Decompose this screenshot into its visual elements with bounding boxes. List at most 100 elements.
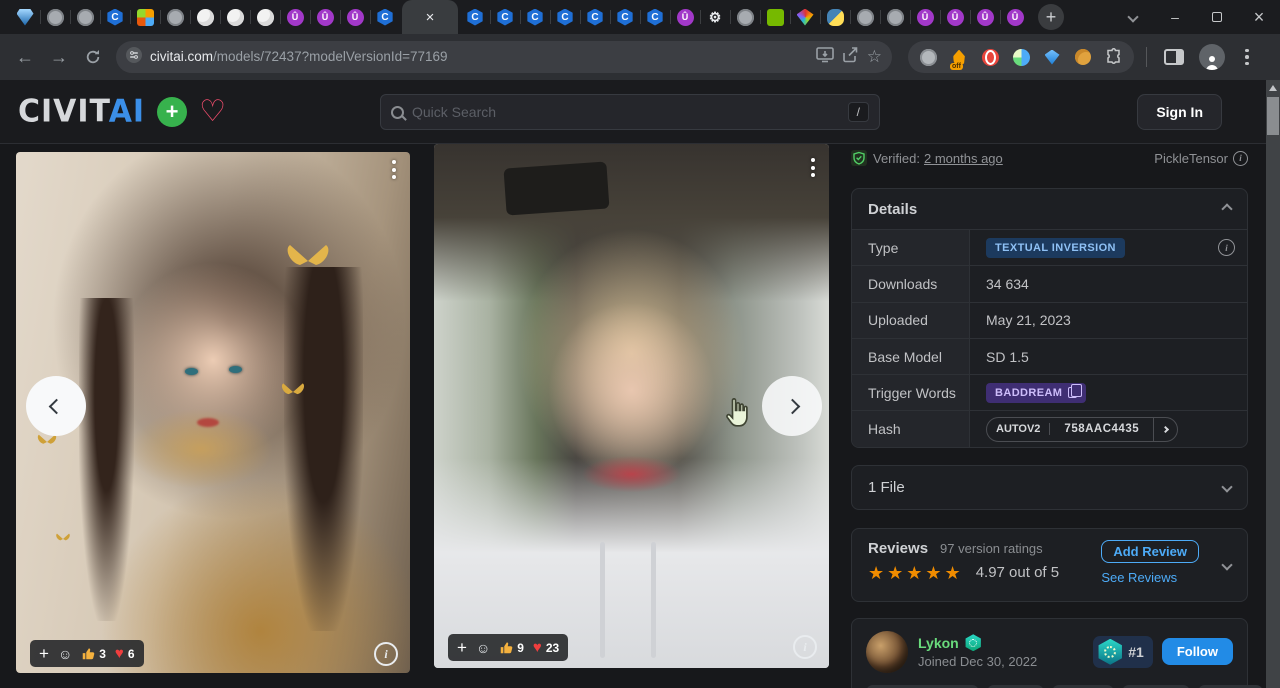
tab-ultra[interactable]: Û	[670, 2, 700, 32]
tab-close-icon[interactable]: ×	[426, 10, 435, 25]
type-badge[interactable]: TEXTUAL INVERSION	[986, 238, 1125, 258]
follow-button[interactable]: Follow	[1162, 638, 1233, 665]
tab-civitai[interactable]: C	[460, 2, 490, 32]
install-icon[interactable]	[816, 47, 834, 68]
scroll-up-arrow[interactable]	[1269, 85, 1277, 91]
creator-rank-badge[interactable]: #1	[1093, 636, 1153, 668]
chrome-chevron-icon[interactable]	[1112, 0, 1154, 34]
tab-civitai[interactable]: C	[520, 2, 550, 32]
forward-icon[interactable]: →	[44, 42, 74, 72]
tab-ultra[interactable]: Û	[310, 2, 340, 32]
trigger-word-badge[interactable]: BADDREAM	[986, 383, 1086, 403]
reload-icon[interactable]	[78, 42, 108, 72]
tab-civitai[interactable]: C	[100, 2, 130, 32]
url-host: civitai.com	[150, 49, 213, 64]
tab-vault[interactable]	[130, 2, 160, 32]
page-scrollbar[interactable]	[1266, 80, 1280, 688]
back-icon[interactable]: ←	[10, 42, 40, 72]
tab-civitai[interactable]: C	[640, 2, 670, 32]
heart-count[interactable]: ♥ 23	[533, 640, 559, 655]
site-settings-icon[interactable]	[126, 47, 142, 68]
tab-ultra[interactable]: Û	[340, 2, 370, 32]
firewall-off-extension-icon[interactable]: off	[949, 47, 969, 67]
share-icon[interactable]	[842, 47, 859, 68]
like-count[interactable]: 3	[81, 647, 106, 661]
search-bar[interactable]: /	[380, 94, 880, 130]
tab-ultra[interactable]: Û	[970, 2, 1000, 32]
tab-ultra[interactable]: Û	[280, 2, 310, 32]
search-input[interactable]	[412, 104, 848, 120]
gem-extension-icon[interactable]	[1042, 47, 1062, 67]
scrollbar-thumb[interactable]	[1267, 97, 1279, 135]
detail-row-trigger-words: Trigger Words BADDREAM	[852, 374, 1247, 410]
tab-github[interactable]	[250, 2, 280, 32]
close-button[interactable]: ×	[1238, 0, 1280, 34]
verified-time-link[interactable]: 2 months ago	[924, 151, 1003, 166]
cookie-extension-icon[interactable]	[1073, 47, 1093, 67]
supporter-heart-icon[interactable]: ♡	[199, 97, 226, 127]
tab-globe[interactable]	[730, 2, 760, 32]
tab-globe[interactable]	[70, 2, 100, 32]
tab-civitai[interactable]: C	[490, 2, 520, 32]
smiley-reaction-icon[interactable]: ☺	[476, 641, 490, 655]
image-info-icon[interactable]: i	[793, 635, 817, 659]
profile-avatar[interactable]	[1199, 44, 1225, 70]
tab-civitai[interactable]: C	[580, 2, 610, 32]
tab-globe[interactable]	[850, 2, 880, 32]
creator-avatar[interactable]	[866, 631, 908, 673]
creator-name[interactable]: Lykon	[918, 635, 959, 651]
hash-pill[interactable]: AUTOV2 758AAC4435	[986, 417, 1178, 442]
image-menu-icon[interactable]	[392, 160, 396, 179]
carousel-next-button[interactable]	[762, 376, 822, 436]
opera-extension-icon[interactable]	[980, 47, 1000, 67]
tab-ultra[interactable]: Û	[940, 2, 970, 32]
tab-gear[interactable]: ⚙	[700, 2, 730, 32]
add-reaction-button[interactable]: +	[39, 645, 49, 662]
tab-globe[interactable]	[160, 2, 190, 32]
address-bar[interactable]: civitai.com/models/72437?modelVersionId=…	[116, 41, 892, 73]
blue-extension-icon[interactable]	[1011, 47, 1031, 67]
see-reviews-link[interactable]: See Reviews	[1101, 570, 1177, 585]
civitai-logo[interactable]: CIVITAI	[18, 93, 145, 130]
add-reaction-button[interactable]: +	[457, 639, 467, 656]
carousel-prev-button[interactable]	[26, 376, 86, 436]
tab-civitai[interactable]: C	[370, 2, 400, 32]
tab-python[interactable]	[820, 2, 850, 32]
tab-ultra[interactable]: Û	[1000, 2, 1030, 32]
tab-globe[interactable]	[40, 2, 70, 32]
tab-nvidia[interactable]	[760, 2, 790, 32]
type-info-icon[interactable]: i	[1218, 239, 1235, 256]
expand-icon[interactable]	[1221, 482, 1232, 493]
tab-prism[interactable]	[790, 2, 820, 32]
tab-globe[interactable]	[880, 2, 910, 32]
tab-civitai[interactable]: C	[610, 2, 640, 32]
browser-menu-icon[interactable]	[1235, 49, 1259, 66]
minimize-button[interactable]: –	[1154, 0, 1196, 34]
tab-gem[interactable]	[10, 2, 40, 32]
globe-extension-icon[interactable]	[918, 47, 938, 67]
bookmark-star-icon[interactable]: ☆	[867, 47, 882, 67]
hash-expand-button[interactable]	[1153, 418, 1177, 441]
files-section[interactable]: 1 File	[851, 465, 1248, 510]
extensions-puzzle-icon[interactable]	[1104, 47, 1124, 67]
tab-civitai[interactable]: C	[550, 2, 580, 32]
side-panel-icon[interactable]	[1159, 42, 1189, 72]
sign-in-button[interactable]: Sign In	[1137, 94, 1222, 130]
image-info-icon[interactable]: i	[374, 642, 398, 666]
details-header[interactable]: Details	[852, 189, 1247, 229]
new-tab-button[interactable]: +	[1038, 4, 1064, 30]
collapse-icon[interactable]	[1221, 203, 1232, 214]
like-count[interactable]: 9	[499, 641, 524, 655]
tab-github[interactable]	[220, 2, 250, 32]
add-review-button[interactable]: Add Review	[1101, 540, 1199, 563]
active-tab[interactable]: ×	[402, 0, 458, 34]
tab-ultra[interactable]: Û	[910, 2, 940, 32]
smiley-reaction-icon[interactable]: ☺	[58, 647, 72, 661]
heart-count[interactable]: ♥ 6	[115, 646, 135, 661]
tab-github[interactable]	[190, 2, 220, 32]
copy-icon[interactable]	[1068, 387, 1077, 398]
create-button[interactable]: +	[157, 97, 187, 127]
image-menu-icon[interactable]	[811, 158, 815, 177]
restore-button[interactable]	[1196, 0, 1238, 34]
format-info-icon[interactable]: i	[1233, 151, 1248, 166]
